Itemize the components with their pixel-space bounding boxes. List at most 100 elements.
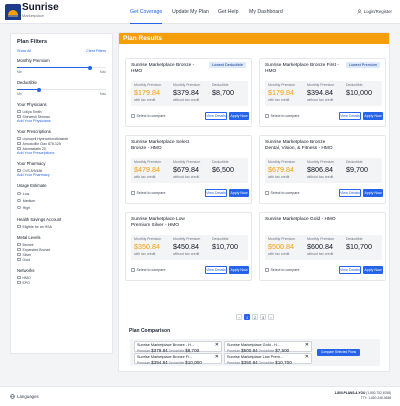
plan-title[interactable]: Sunrise Marketplace Gold - HMO [265,217,339,223]
close-icon[interactable]: ✕ [305,343,309,348]
hsa-option[interactable]: Eligible for an HSA [17,224,106,229]
brand[interactable]: Sunrise Marketplace [22,3,59,18]
close-icon[interactable]: ✕ [215,355,219,360]
select-to-compare[interactable]: Select to compare [131,191,165,195]
view-details-button[interactable]: View Details [339,189,361,197]
select-to-compare[interactable]: Select to compare [265,268,299,272]
tty-number[interactable]: TTY: 1-800-246-0658 [334,396,391,401]
deductible-label: Deductible [17,80,37,85]
nav-my-dashboard[interactable]: My Dashboard [249,0,283,24]
plan-title[interactable]: Sunrise Marketplace Select Bronze - HMO [131,140,205,152]
select-to-compare[interactable]: Select to compare [131,268,165,272]
view-details-button[interactable]: View Details [205,266,227,274]
plan-title[interactable]: Sunrise Marketplace Bronze - HMO [131,63,205,75]
slider-fill [17,67,90,68]
close-icon[interactable]: ✕ [305,355,309,360]
apply-now-button[interactable]: Apply Now [229,266,249,274]
radio[interactable] [17,191,21,196]
languages-link[interactable]: Languages [10,394,39,399]
add-pharmacy-link[interactable]: Add Your Pharmacy [17,173,106,177]
apply-now-button[interactable]: Apply Now [229,189,249,197]
view-details-button[interactable]: View Details [339,112,361,120]
pharmacy-label: Your Pharmacy [17,161,46,166]
monthly-premium-slider[interactable] [17,65,106,70]
deductible-slider[interactable] [17,87,106,92]
checkbox[interactable] [17,141,21,146]
slider-thumb[interactable] [37,87,42,92]
select-to-compare[interactable]: Select to compare [131,114,165,118]
compare-checkbox[interactable] [131,191,135,195]
apply-now-button[interactable]: Apply Now [363,189,383,197]
checkbox[interactable] [17,146,21,151]
nav-get-coverage[interactable]: Get Coverage [130,0,163,24]
slider-thumb[interactable] [87,65,92,70]
show-all-link[interactable]: Show All [17,49,31,53]
premium-without-credit: $806.84 [307,165,333,174]
view-details-button[interactable]: View Details [339,266,361,274]
plan-title[interactable]: Sunrise Marketplace Low Premium Silver -… [131,217,205,229]
apply-now-button[interactable]: Apply Now [229,112,249,120]
compare-checkbox[interactable] [265,114,269,118]
usage-option-high[interactable]: High [17,204,106,211]
view-details-button[interactable]: View Details [205,189,227,197]
radio[interactable] [17,205,21,210]
apply-now-button[interactable]: Apply Now [363,112,383,120]
phone-bold[interactable]: 1-800-PLANS-4-YOU [334,391,365,395]
pagination-page-3[interactable]: 3 [260,314,266,320]
checkbox[interactable] [17,136,21,141]
compare-checkbox[interactable] [265,191,269,195]
compare-selected-plans-button[interactable]: Compare Selected Plans [317,349,360,356]
networks-label: Networks [17,268,35,273]
pagination-page-2[interactable]: 2 [252,314,258,320]
nav-update-my-plan[interactable]: Update My Plan [172,0,209,24]
plan-title[interactable]: Sunrise Marketplace Bronze First - HMO [265,63,339,75]
compare-checkbox[interactable] [131,268,135,272]
checkbox[interactable] [17,242,21,247]
add-prescriptions-link[interactable]: Add Your Prescriptions [17,151,106,155]
premium-with-credit: $179.84 [268,88,294,97]
checkbox[interactable] [17,114,21,119]
usage-option-low[interactable]: Low [17,190,106,197]
plan-card: Sunrise Marketplace Low Premium Silver -… [125,212,252,281]
close-icon[interactable]: ✕ [215,343,219,348]
checkbox[interactable] [17,280,21,285]
plan-title[interactable]: Sunrise Marketplace Bronze Dental, Visio… [265,140,339,152]
checkbox[interactable] [17,275,21,280]
checkbox[interactable] [17,109,21,114]
usage-option-medium[interactable]: Medium [17,197,106,204]
pagination-next[interactable]: › [268,314,274,320]
pagination-page-1[interactable]: 1 [244,314,250,320]
checkbox[interactable] [17,247,21,252]
network-option-epo[interactable]: EPO [17,280,106,285]
option-label: Expanded Bronze [22,247,51,252]
checkbox[interactable] [17,257,21,262]
metal-option-gold[interactable]: Gold [17,257,106,262]
plan-filters-panel: Plan Filters Show All Clear Filters Mont… [10,33,113,354]
sunrise-logo-icon[interactable] [5,4,21,20]
slider-fill [17,89,40,90]
prescriptions-label: Your Prescriptions [17,129,51,134]
pagination-prev[interactable]: ‹ [236,314,242,320]
select-to-compare[interactable]: Select to compare [265,114,299,118]
compare-checkbox[interactable] [265,268,269,272]
price-label: Monthly Premium [307,237,335,241]
deductible-value: $10,700 [346,242,372,251]
radio[interactable] [17,198,21,203]
add-physicians-link[interactable]: Add Your Physicians [17,119,106,123]
checkbox[interactable] [17,168,21,173]
phone-number[interactable]: (1-800-752-6768) [366,391,391,395]
clear-filters-link[interactable]: Clear Filters [86,49,106,53]
apply-now-button[interactable]: Apply Now [363,266,383,274]
view-details-button[interactable]: View Details [205,112,227,120]
checkbox[interactable] [17,224,21,229]
select-to-compare[interactable]: Select to compare [265,191,299,195]
compare-checkbox[interactable] [131,114,135,118]
compare-plan-chip: Sunrise Marketplace Low Prem... Premium $… [224,353,312,365]
login-register-link[interactable]: Login/Register [356,9,392,14]
nav-get-help[interactable]: Get Help [218,0,238,24]
slider-min: Min [17,92,23,96]
plan-badge: Lowest Premium [345,62,380,68]
chip-deductible: $10,700 [275,360,292,365]
languages-label: Languages [17,394,39,399]
checkbox[interactable] [17,252,21,257]
